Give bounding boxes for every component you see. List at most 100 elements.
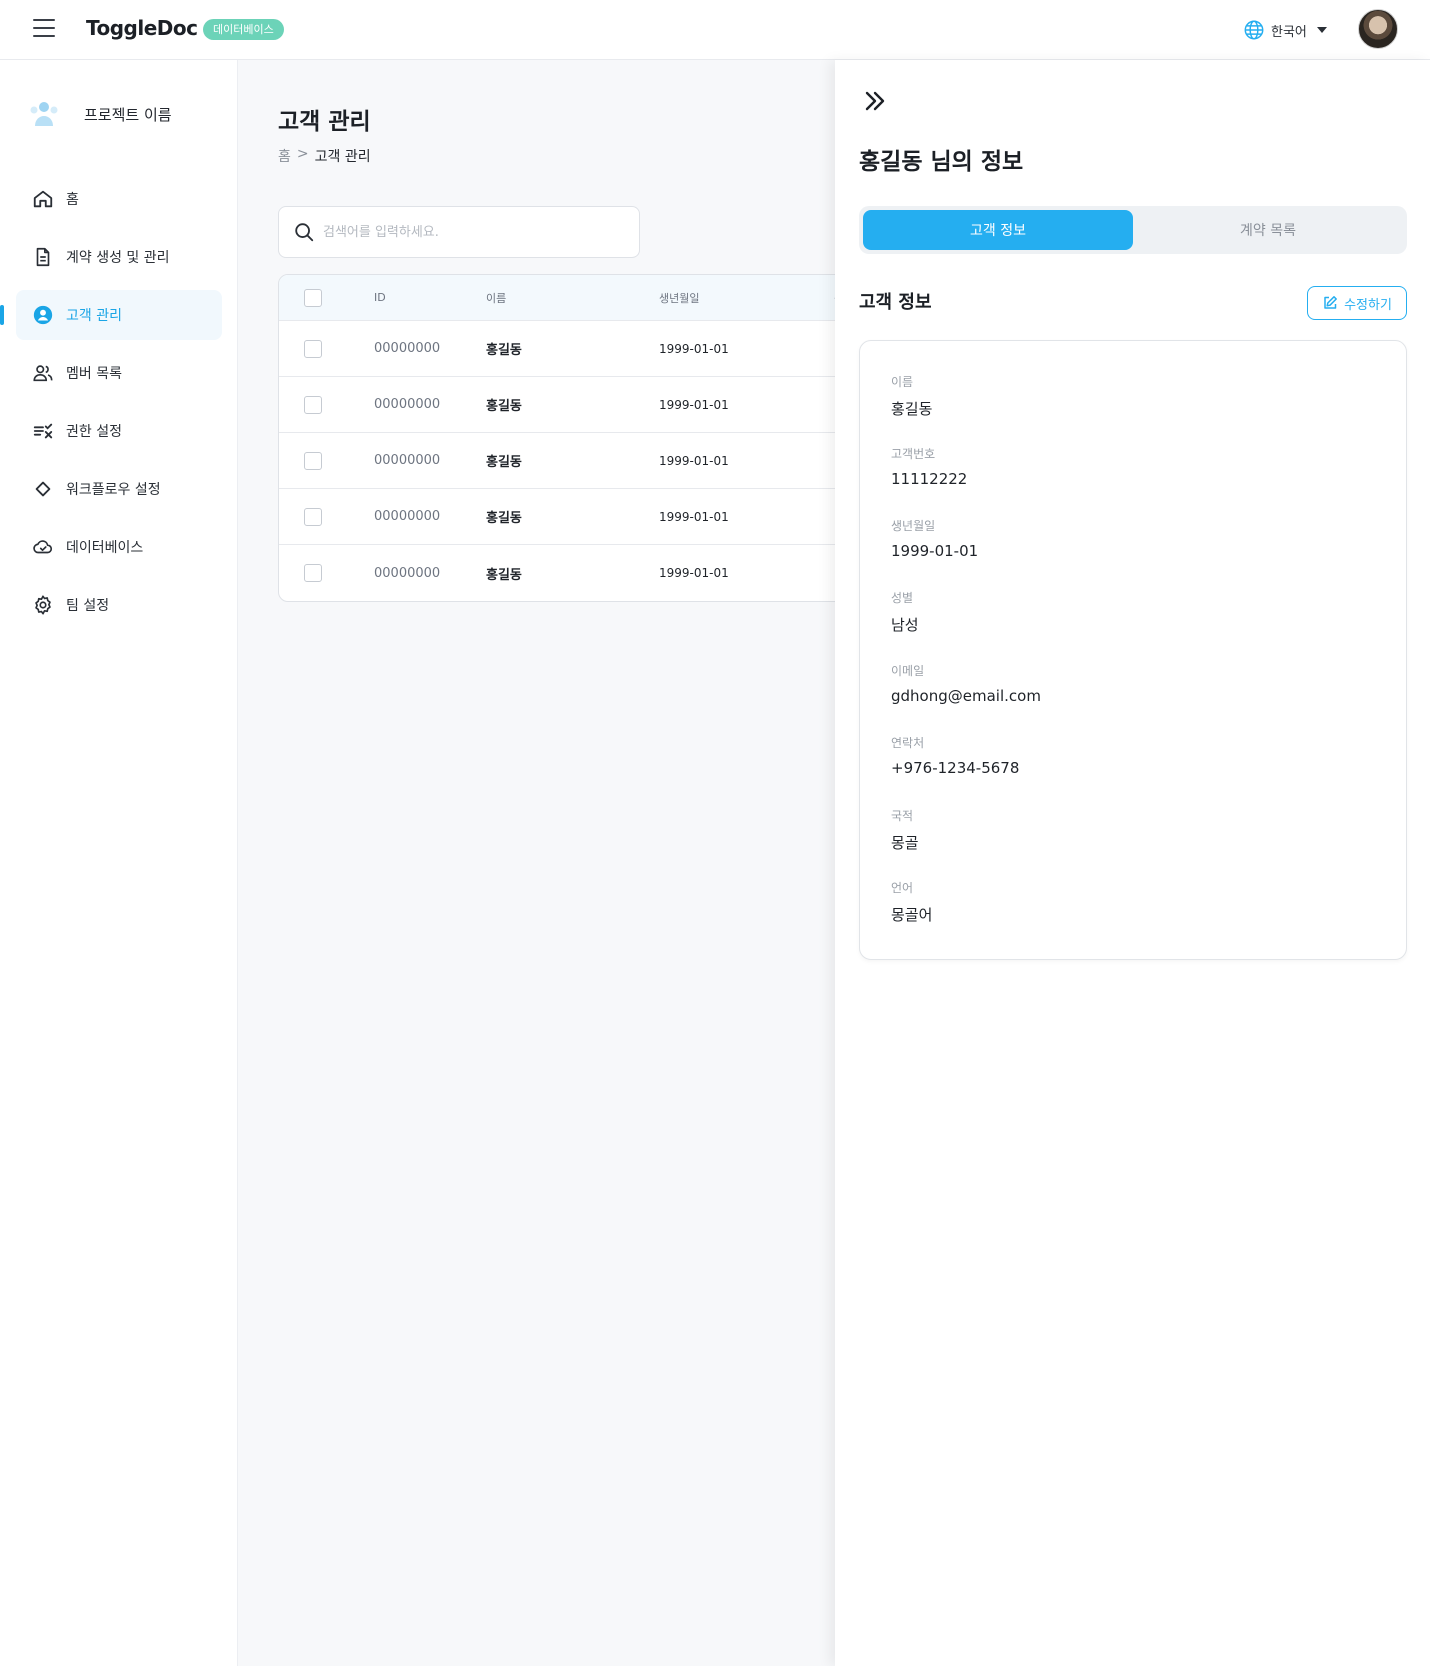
sidebar-item-team-settings[interactable]: 팀 설정 — [16, 580, 222, 630]
row-checkbox[interactable] — [304, 564, 322, 582]
row-checkbox[interactable] — [304, 339, 322, 358]
field-label: 생년월일 — [891, 519, 936, 533]
sidebar-item-label: 멤버 목록 — [66, 366, 122, 382]
row-checkbox[interactable] — [304, 451, 322, 470]
sidebar-item-label: 계약 생성 및 관리 — [66, 250, 170, 266]
cell-birth: 1999-01-01 — [659, 397, 729, 412]
table-row[interactable]: 00000000 홍길동 1999-01-01 남 — [279, 321, 835, 377]
field-label: 연락처 — [891, 736, 925, 750]
select-all-checkbox[interactable] — [304, 288, 322, 307]
sidebar-item-label: 워크플로우 설정 — [66, 482, 161, 498]
sidebar-item-permissions[interactable]: 권한 설정 — [16, 406, 222, 456]
table-row[interactable]: 00000000 홍길동 1999-01-01 남 — [279, 377, 835, 433]
sidebar: 프로젝트 이름 홈 계약 생성 및 관리 고객 관리 멤버 목록 권한 설정 워… — [0, 60, 238, 1666]
user-avatar[interactable] — [1358, 9, 1398, 49]
sidebar-item-home[interactable]: 홈 — [16, 174, 222, 224]
column-header-birth[interactable]: 생년월일 — [659, 290, 699, 306]
user-circle-icon — [33, 305, 53, 325]
field-phone: 연락처 +976-1234-5678 — [891, 734, 1019, 777]
sidebar-item-contracts[interactable]: 계약 생성 및 관리 — [16, 232, 222, 282]
breadcrumb-home-link[interactable]: 홈 — [278, 146, 291, 166]
cell-id: 00000000 — [374, 397, 441, 412]
menu-icon[interactable] — [33, 19, 55, 39]
row-checkbox[interactable] — [304, 395, 322, 414]
cell-birth: 1999-01-01 — [659, 566, 729, 580]
edit-button-label: 수정하기 — [1344, 297, 1392, 313]
language-label: 한국어 — [1271, 24, 1307, 40]
project-name: 프로젝트 이름 — [84, 105, 172, 124]
cell-id: 00000000 — [374, 341, 441, 356]
breadcrumb-separator: > — [296, 146, 309, 162]
cell-name: 홍길동 — [486, 343, 522, 358]
field-nationality: 국적 몽골 — [891, 807, 919, 853]
cell-birth: 1999-01-01 — [659, 509, 729, 524]
column-header-id[interactable]: ID — [374, 291, 386, 304]
customer-table: ID 이름 생년월일 성 00000000 홍길동 1999-01-01 남 0… — [278, 274, 835, 602]
column-header-name[interactable]: 이름 — [486, 290, 506, 306]
sidebar-item-database[interactable]: 데이터베이스 — [16, 522, 222, 572]
field-value: +976-1234-5678 — [891, 759, 1020, 777]
field-label: 이름 — [891, 375, 914, 389]
field-birthdate: 생년월일 1999-01-01 — [891, 517, 978, 560]
field-value: 홍길동 — [891, 400, 933, 418]
sidebar-item-workflow[interactable]: 워크플로우 설정 — [16, 464, 222, 514]
cell-id: 00000000 — [374, 509, 441, 524]
sidebar-item-members[interactable]: 멤버 목록 — [16, 348, 222, 398]
breadcrumb: 홈 > 고객 관리 — [278, 146, 371, 166]
panel-title: 홍길동 님의 정보 — [859, 149, 1024, 175]
gear-icon — [35, 595, 51, 615]
document-icon — [36, 247, 50, 267]
project-team-icon — [26, 96, 62, 132]
sidebar-item-label: 데이터베이스 — [66, 540, 144, 556]
cell-id: 00000000 — [374, 565, 441, 581]
edit-icon — [1324, 296, 1338, 309]
cell-name: 홍길동 — [486, 511, 522, 526]
top-header: ToggleDoc 데이터베이스 한국어 — [0, 0, 1430, 60]
page-title: 고객 관리 — [278, 109, 371, 135]
field-value: 11112222 — [891, 470, 968, 488]
breadcrumb-current: 고객 관리 — [314, 149, 371, 165]
project-switcher[interactable]: 프로젝트 이름 — [26, 96, 172, 132]
cell-name: 홍길동 — [486, 455, 522, 470]
edit-button[interactable]: 수정하기 — [1307, 286, 1407, 320]
language-selector[interactable]: 한국어 — [1243, 18, 1327, 42]
field-label: 언어 — [891, 881, 914, 895]
search-input[interactable] — [323, 224, 623, 240]
sidebar-item-label: 팀 설정 — [66, 598, 110, 614]
sidebar-item-label: 홈 — [66, 192, 79, 208]
collapse-panel-icon[interactable] — [861, 88, 889, 114]
field-value: 몽골 — [891, 834, 919, 852]
cell-birth: 1999-01-01 — [659, 341, 729, 356]
search-box — [278, 206, 640, 258]
table-header-row: ID 이름 생년월일 성 — [279, 275, 835, 321]
cloud-icon — [33, 540, 53, 554]
table-row[interactable]: 00000000 홍길동 1999-01-01 남 — [279, 545, 835, 601]
field-gender: 성별 남성 — [891, 589, 919, 635]
table-row[interactable]: 00000000 홍길동 1999-01-01 남 — [279, 433, 835, 489]
globe-icon — [1244, 20, 1264, 40]
field-value: 몽골어 — [891, 906, 933, 924]
customer-info-card: 이름 홍길동 고객번호 11112222 생년월일 1999-01-01 성별 … — [859, 340, 1407, 960]
search-icon — [295, 223, 314, 242]
section-title: 고객 정보 — [859, 292, 932, 313]
field-customer-number: 고객번호 11112222 — [891, 445, 967, 488]
cell-name: 홍길동 — [486, 399, 522, 414]
customer-detail-panel: 홍길동 님의 정보 고객 정보 계약 목록 고객 정보 수정하기 이름 홍길동 … — [835, 60, 1430, 1666]
app-logo[interactable]: ToggleDoc — [86, 16, 198, 40]
sidebar-item-customers[interactable]: 고객 관리 — [0, 290, 222, 340]
home-icon — [33, 190, 53, 208]
table-row[interactable]: 00000000 홍길동 1999-01-01 남 — [279, 489, 835, 545]
chevron-down-icon — [1316, 27, 1327, 33]
field-value: 남성 — [891, 616, 919, 634]
field-name: 이름 홍길동 — [891, 373, 932, 419]
sidebar-item-label: 권한 설정 — [66, 424, 122, 440]
row-checkbox[interactable] — [304, 507, 322, 526]
tab-contract-list[interactable]: 계약 목록 — [1133, 210, 1403, 250]
tab-customer-info[interactable]: 고객 정보 — [863, 210, 1133, 250]
field-label: 이메일 — [891, 664, 925, 678]
field-language: 언어 몽골어 — [891, 879, 932, 925]
field-label: 고객번호 — [891, 447, 936, 461]
sidebar-item-label: 고객 관리 — [66, 308, 122, 324]
diamond-icon — [35, 481, 51, 497]
permission-icon — [33, 423, 53, 439]
